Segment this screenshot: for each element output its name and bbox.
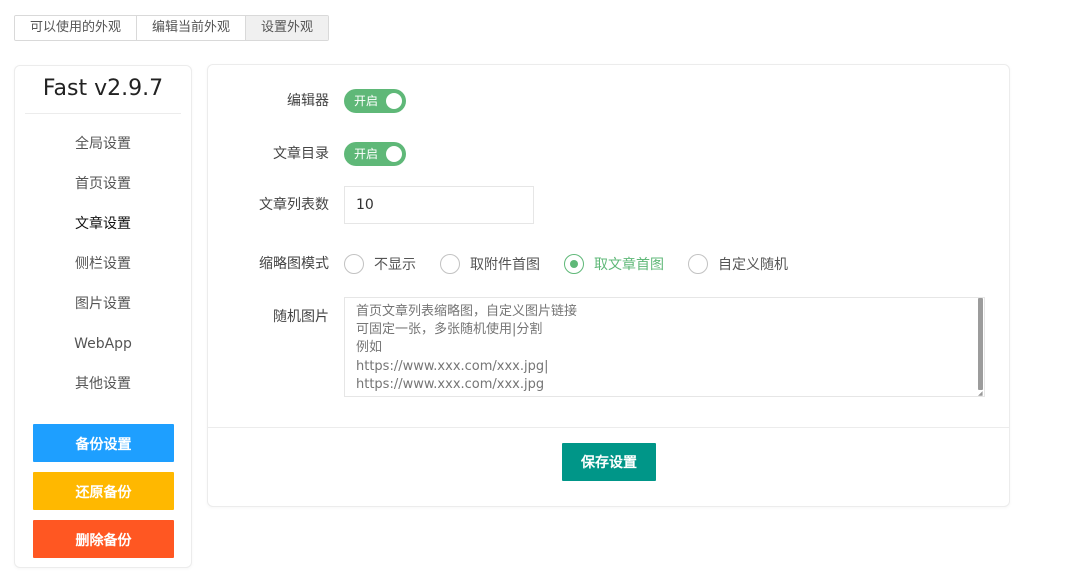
editor-label: 编辑器 [287, 93, 329, 109]
radio-label: 取文章首图 [594, 257, 664, 273]
list-count-row: 文章列表数 [208, 186, 1009, 224]
sidebar-item-home[interactable]: 首页设置 [15, 164, 191, 204]
radio-attachment-first[interactable]: 取附件首图 [440, 254, 540, 274]
thumb-mode-label: 缩略图模式 [259, 256, 329, 272]
radio-label: 不显示 [374, 257, 416, 273]
sidebar-item-webapp[interactable]: WebApp [15, 324, 191, 364]
backup-settings-button[interactable]: 备份设置 [33, 424, 174, 462]
radio-label: 自定义随机 [718, 257, 788, 273]
toc-label: 文章目录 [273, 146, 329, 162]
switch-knob [386, 93, 402, 109]
toc-row: 文章目录 开启 [208, 142, 1009, 166]
sidebar-menu: 全局设置 首页设置 文章设置 侧栏设置 图片设置 WebApp 其他设置 [15, 114, 191, 404]
radio-circle [688, 254, 708, 274]
panel-divider [208, 427, 1009, 428]
backup-button-group: 备份设置 还原备份 删除备份 [33, 424, 174, 568]
switch-knob [386, 146, 402, 162]
article-settings-panel: 编辑器 开启 文章目录 开启 文章列表数 缩略图模式 不显示 取附件首图 [207, 64, 1010, 507]
radio-article-first[interactable]: 取文章首图 [564, 254, 664, 274]
save-settings-button[interactable]: 保存设置 [562, 443, 656, 481]
editor-switch-text: 开启 [354, 94, 379, 108]
toc-switch[interactable]: 开启 [344, 142, 406, 166]
list-count-label: 文章列表数 [259, 197, 329, 213]
settings-sidebar: Fast v2.9.7 全局设置 首页设置 文章设置 侧栏设置 图片设置 Web… [14, 65, 192, 568]
thumb-mode-row: 缩略图模式 不显示 取附件首图 取文章首图 自定义随机 [208, 253, 1009, 275]
toc-switch-text: 开启 [354, 147, 379, 161]
sidebar-item-article[interactable]: 文章设置 [15, 204, 191, 244]
tab-available-themes[interactable]: 可以使用的外观 [15, 16, 138, 40]
random-images-textarea-wrap: ◢ [344, 297, 985, 397]
delete-backup-button[interactable]: 删除备份 [33, 520, 174, 558]
editor-row: 编辑器 开启 [208, 89, 1009, 113]
sidebar-item-image[interactable]: 图片设置 [15, 284, 191, 324]
resize-handle-icon[interactable]: ◢ [978, 390, 983, 397]
top-tab-bar: 可以使用的外观 编辑当前外观 设置外观 [14, 15, 330, 41]
radio-custom-random[interactable]: 自定义随机 [688, 254, 788, 274]
tab-edit-current-theme[interactable]: 编辑当前外观 [137, 16, 247, 40]
restore-backup-button[interactable]: 还原备份 [33, 472, 174, 510]
random-images-textarea[interactable] [345, 298, 984, 396]
thumb-mode-radio-group: 不显示 取附件首图 取文章首图 自定义随机 [344, 253, 812, 275]
sidebar-item-global[interactable]: 全局设置 [15, 124, 191, 164]
sidebar-item-sidebar[interactable]: 侧栏设置 [15, 244, 191, 284]
textarea-scrollbar[interactable] [978, 298, 983, 390]
random-images-row: 随机图片 ◢ [208, 297, 1009, 397]
list-count-input[interactable] [344, 186, 534, 224]
random-images-label: 随机图片 [273, 309, 329, 325]
editor-switch[interactable]: 开启 [344, 89, 406, 113]
sidebar-item-other[interactable]: 其他设置 [15, 364, 191, 404]
radio-circle [440, 254, 460, 274]
radio-circle-checked [564, 254, 584, 274]
theme-version-title: Fast v2.9.7 [25, 66, 181, 114]
radio-circle [344, 254, 364, 274]
tab-theme-settings[interactable]: 设置外观 [246, 16, 329, 40]
radio-label: 取附件首图 [470, 257, 540, 273]
radio-no-display[interactable]: 不显示 [344, 254, 416, 274]
